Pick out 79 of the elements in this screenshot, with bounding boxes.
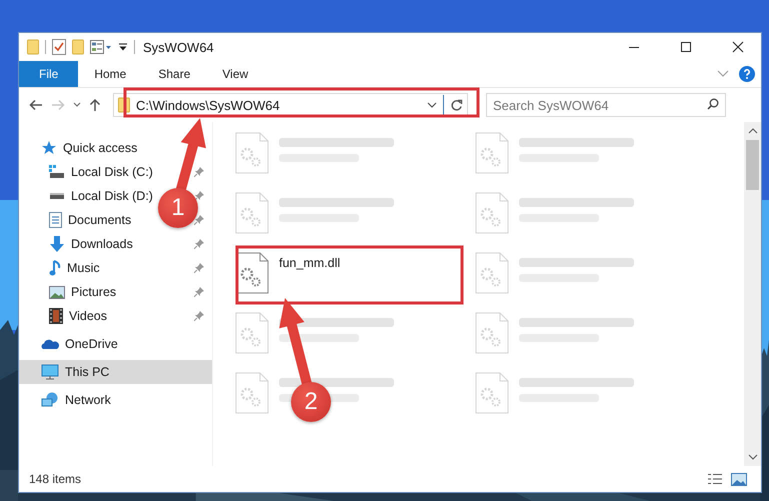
nav-label: Quick access (63, 141, 138, 155)
star-icon (41, 140, 57, 156)
nav-label: Documents (68, 213, 132, 227)
expand-ribbon-icon[interactable] (717, 70, 729, 78)
caret-icon[interactable] (427, 102, 437, 108)
pin-icon[interactable] (194, 167, 204, 177)
pin-icon[interactable] (194, 311, 204, 321)
large-icons-view-icon[interactable] (731, 472, 747, 486)
ribbon-tab[interactable]: File (19, 61, 78, 87)
ribbon-tab[interactable]: Share (142, 61, 206, 87)
document-icon (49, 212, 62, 228)
drive-icon (49, 192, 65, 200)
file-item[interactable]: fun_mm.dll (235, 252, 475, 309)
dll-file-icon (235, 132, 269, 174)
dll-file-icon (235, 192, 269, 234)
scroll-thumb[interactable] (746, 140, 759, 190)
download-arrow-icon (49, 236, 65, 252)
details-view-icon[interactable] (707, 473, 723, 485)
ribbon-tab[interactable]: Home (78, 61, 142, 87)
nav-label: Local Disk (D:) (71, 189, 153, 203)
nav-item[interactable]: Local Disk (D:) (19, 184, 161, 208)
pin-icon[interactable] (194, 215, 204, 225)
nav-label: Network (65, 393, 111, 407)
dll-file-icon (235, 372, 269, 414)
pin-icon[interactable] (194, 263, 204, 273)
dll-file-icon (475, 372, 509, 414)
nav-item[interactable]: Documents (19, 208, 140, 232)
dll-file-icon (235, 312, 269, 354)
address-bar[interactable]: C:\Windows\SysWOW64 (113, 93, 468, 117)
nav-item[interactable]: This PC (19, 360, 212, 384)
up-arrow-icon[interactable] (89, 98, 101, 112)
music-note-icon (49, 260, 61, 276)
nav-label: Local Disk (C:) (71, 165, 153, 179)
scrollbar[interactable] (744, 122, 761, 466)
refresh-icon[interactable] (450, 98, 463, 112)
help-icon[interactable] (739, 66, 755, 82)
maximize-icon (680, 41, 692, 53)
film-icon (49, 308, 63, 324)
window-title: SysWOW64 (143, 40, 214, 54)
nav-item[interactable]: OneDrive (19, 332, 212, 356)
cloud-icon (41, 338, 59, 350)
dropdown-icon[interactable] (118, 42, 128, 52)
properties-icon[interactable] (52, 39, 66, 55)
customize-icon[interactable] (90, 40, 112, 54)
ribbon-tab[interactable]: View (206, 61, 264, 87)
nav-item[interactable]: Quick access (19, 136, 212, 160)
dll-file-icon (475, 132, 509, 174)
search-icon[interactable] (707, 98, 719, 110)
nav-label: OneDrive (65, 337, 118, 351)
address-path: C:\Windows\SysWOW64 (136, 98, 281, 112)
drive-icon (49, 165, 65, 179)
nav-label: Pictures (71, 285, 116, 299)
back-arrow-icon[interactable] (29, 99, 43, 111)
dll-file-icon (475, 252, 509, 294)
scroll-down-icon[interactable] (748, 454, 758, 460)
nav-label: Videos (69, 309, 107, 323)
nav-item[interactable]: Music (19, 256, 108, 280)
nav-item[interactable]: Local Disk (C:) (19, 160, 161, 184)
nav-item[interactable]: Downloads (19, 232, 141, 256)
recent-caret-icon[interactable] (73, 102, 81, 108)
pin-icon[interactable] (194, 287, 204, 297)
pin-icon[interactable] (194, 239, 204, 249)
dll-file-icon (475, 192, 509, 234)
landscape-icon (49, 286, 65, 298)
item-count: 148 items (29, 472, 82, 486)
nav-label: This PC (65, 365, 110, 379)
nav-item[interactable]: Videos (19, 304, 115, 328)
monitor-icon (41, 364, 59, 380)
pin-icon[interactable] (194, 191, 204, 201)
nav-item[interactable]: Network (19, 388, 212, 412)
close-icon (732, 41, 744, 53)
scroll-up-icon[interactable] (748, 128, 758, 134)
nav-label: Downloads (71, 237, 133, 251)
file-name: fun_mm.dll (279, 256, 340, 270)
nav-label: Music (67, 261, 100, 275)
nav-item[interactable]: Pictures (19, 280, 124, 304)
dll-file-icon (475, 312, 509, 354)
search-field[interactable]: Search SysWOW64 (486, 93, 726, 117)
network-icon (41, 392, 59, 408)
